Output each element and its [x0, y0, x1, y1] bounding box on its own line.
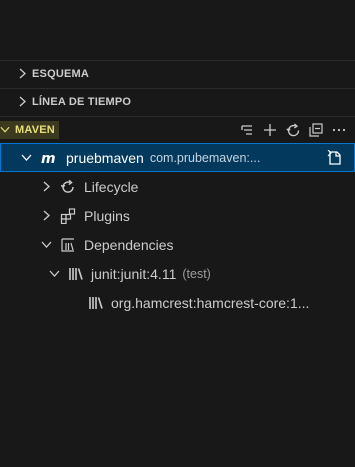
- chevron-down-icon[interactable]: [18, 153, 34, 162]
- hamcrest-label: org.hamcrest:hamcrest-core:1...: [111, 294, 310, 311]
- project-description: com.prubemaven:...: [149, 150, 261, 165]
- add-icon[interactable]: [262, 122, 278, 138]
- dependencies-library-icon: [58, 237, 78, 253]
- junit-label: junit:junit:4.11: [91, 265, 177, 282]
- library-icon: [86, 296, 106, 310]
- chevron-right-icon[interactable]: [38, 210, 54, 221]
- chevron-right-icon: [17, 68, 27, 79]
- section-maven-label: MAVEN: [15, 123, 55, 136]
- project-name: pruebmaven: [66, 149, 144, 166]
- tree-item-junit[interactable]: junit:junit:4.11 (test): [0, 259, 355, 288]
- chevron-down-icon[interactable]: [46, 269, 62, 278]
- library-icon: [66, 267, 86, 281]
- section-timeline-label: LÍNEA DE TIEMPO: [32, 95, 132, 108]
- maven-project-icon: m: [40, 151, 60, 165]
- filter-icon[interactable]: [239, 122, 255, 138]
- more-icon[interactable]: [331, 122, 347, 138]
- lifecycle-label: Lifecycle: [84, 178, 139, 195]
- section-esquema-label: ESQUEMA: [32, 67, 90, 80]
- section-esquema-header[interactable]: ESQUEMA: [0, 60, 355, 86]
- tree-item-lifecycle[interactable]: Lifecycle: [0, 172, 355, 201]
- empty-panel-area: [0, 0, 355, 60]
- maven-toolbar: [239, 117, 347, 143]
- open-pom-icon[interactable]: [326, 149, 343, 166]
- chevron-right-icon: [17, 96, 27, 107]
- chevron-down-icon[interactable]: [38, 240, 54, 249]
- dependencies-label: Dependencies: [84, 236, 174, 253]
- tree-item-dependencies[interactable]: Dependencies: [0, 230, 355, 259]
- section-timeline-header[interactable]: LÍNEA DE TIEMPO: [0, 88, 355, 114]
- section-maven-header[interactable]: MAVEN: [0, 116, 355, 142]
- svg-text:m: m: [41, 151, 56, 165]
- tree-item-hamcrest[interactable]: org.hamcrest:hamcrest-core:1...: [0, 288, 355, 317]
- tree-item-plugins[interactable]: Plugins: [0, 201, 355, 230]
- plugins-extensions-icon: [58, 207, 78, 224]
- junit-scope: (test): [182, 266, 211, 281]
- plugins-label: Plugins: [84, 207, 130, 224]
- refresh-icon[interactable]: [285, 122, 301, 138]
- chevron-right-icon[interactable]: [38, 181, 54, 192]
- maven-explorer-panel: ESQUEMA LÍNEA DE TIEMPO MAVEN m pruebmav…: [0, 0, 355, 467]
- collapse-all-icon[interactable]: [308, 122, 324, 138]
- lifecycle-refresh-icon: [58, 179, 78, 195]
- chevron-down-icon: [0, 125, 10, 134]
- maven-header-highlight: MAVEN: [0, 120, 59, 139]
- tree-item-project[interactable]: m pruebmaven com.prubemaven:...: [0, 143, 355, 172]
